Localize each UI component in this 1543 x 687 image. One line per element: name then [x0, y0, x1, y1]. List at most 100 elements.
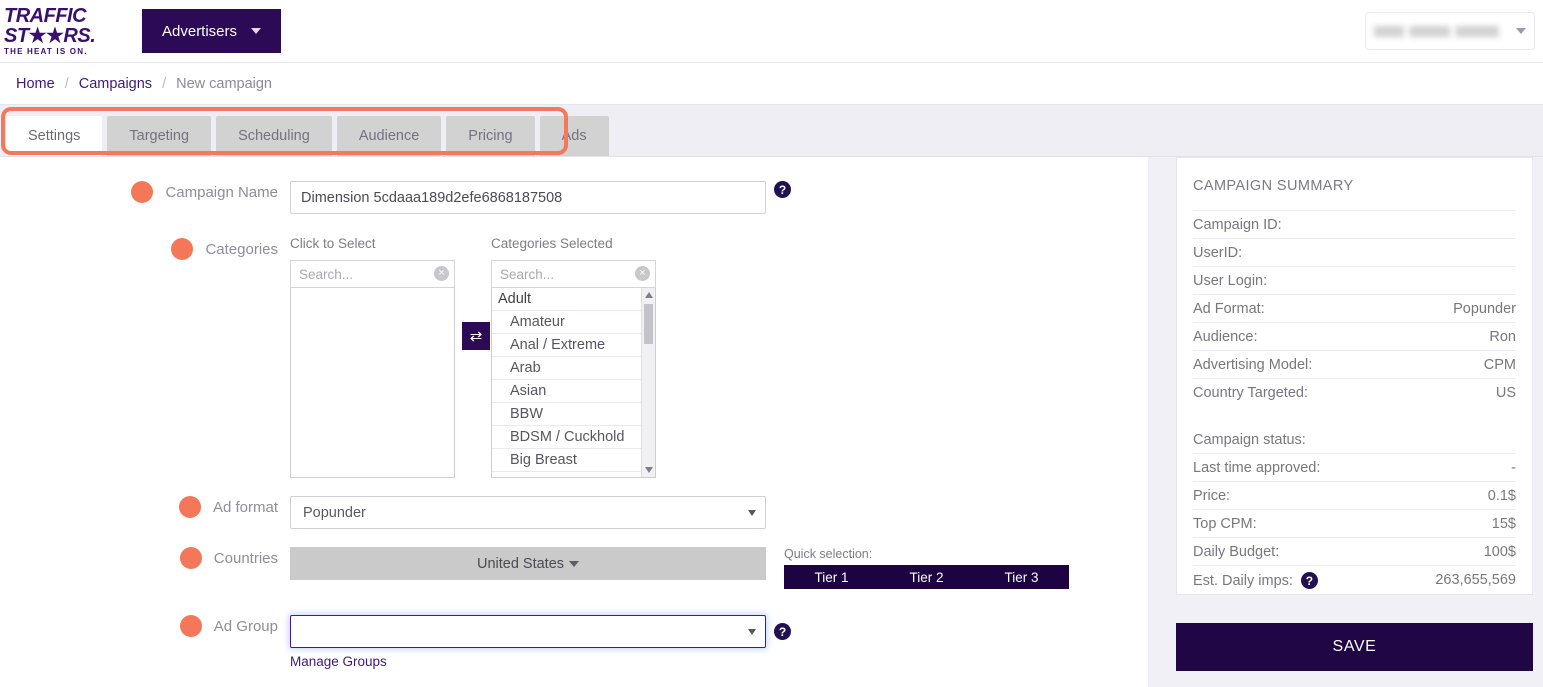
field-row-ad-group: Ad Group Manage Groups ? — [0, 615, 1148, 669]
summary-row: Campaign ID: — [1193, 211, 1516, 239]
right-rail: CAMPAIGN SUMMARY Campaign ID: UserID: User… — [1148, 157, 1543, 687]
summary-row-value: Ron — [1489, 329, 1516, 345]
categories-dual-list: Click to Select × ⇄ Categories Selected … — [290, 236, 656, 478]
category-option[interactable]: Arab — [492, 357, 655, 380]
ad-group-label: Ad Group — [213, 617, 278, 635]
countries-select-button[interactable]: United States — [290, 547, 766, 580]
summary-row-key: Last time approved: — [1193, 460, 1321, 476]
countries-label: Countries — [213, 549, 278, 567]
quick-selection-label: Quick selection: — [784, 547, 873, 561]
tab-list: Settings Targeting Scheduling Audience Prici… — [0, 105, 1543, 156]
save-button[interactable]: SAVE — [1176, 623, 1533, 671]
tab-bar: Settings Targeting Scheduling Audience Prici… — [0, 105, 1543, 157]
summary-row: Price: 0.1$ — [1193, 482, 1516, 510]
advertisers-menu-button[interactable]: Advertisers — [142, 9, 282, 53]
tab-settings[interactable]: Settings — [6, 116, 103, 156]
scroll-down-arrow-icon[interactable] — [645, 467, 653, 473]
summary-row-value: Popunder — [1453, 301, 1516, 317]
categories-label: Categories — [205, 240, 278, 258]
help-icon[interactable]: ? — [774, 181, 791, 198]
summary-row: User Login: — [1193, 267, 1516, 295]
summary-row-key: Ad Format: — [1193, 301, 1265, 317]
tab-scheduling[interactable]: Scheduling — [216, 116, 332, 156]
ad-format-select-wrap: Popunder — [290, 496, 766, 529]
categories-selected-listbox[interactable]: Adult Amateur Anal / Extreme Arab Asian BBW BD… — [491, 288, 656, 478]
category-option[interactable]: Anal / Extreme — [492, 334, 655, 357]
tab-targeting[interactable]: Targeting — [107, 116, 212, 156]
tab-pricing[interactable]: Pricing — [446, 116, 535, 156]
clear-icon[interactable]: × — [434, 266, 449, 281]
summary-row: Top CPM: 15$ — [1193, 510, 1516, 538]
summary-row-key: User Login: — [1193, 273, 1268, 289]
category-option[interactable]: BDSM / Cuckhold — [492, 426, 655, 449]
summary-row-key: Daily Budget: — [1193, 544, 1280, 560]
summary-row-value: 100$ — [1483, 544, 1516, 560]
chevron-down-icon — [251, 28, 262, 34]
listbox-scrollbar[interactable] — [641, 288, 655, 477]
clear-icon[interactable]: × — [635, 266, 650, 281]
summary-row-key: UserID: — [1193, 245, 1243, 261]
summary-spacer — [1193, 406, 1516, 426]
categories-available-title: Click to Select — [290, 236, 376, 251]
field-row-categories: Categories Click to Select × ⇄ Categorie… — [0, 236, 1148, 478]
tab-ads[interactable]: Ads — [539, 116, 609, 156]
swap-categories-button[interactable]: ⇄ — [462, 322, 490, 350]
categories-selected-options: Adult Amateur Anal / Extreme Arab Asian BBW BD… — [492, 288, 655, 472]
help-icon[interactable]: ? — [1300, 572, 1318, 589]
scrollbar-thumb[interactable] — [644, 304, 653, 344]
logo-tagline: THE HEAT IS ON. — [4, 47, 88, 56]
breadcrumb-campaigns[interactable]: Campaigns — [79, 76, 152, 92]
required-dot-icon — [179, 615, 202, 637]
top-bar: TRAFFIC ST★★RS. THE HEAT IS ON. Advertis… — [0, 0, 1543, 63]
campaign-summary-rows-bottom: Campaign status: Last time approved: - Pric… — [1193, 426, 1516, 594]
chevron-down-icon — [748, 510, 756, 516]
manage-groups-link[interactable]: Manage Groups — [290, 654, 766, 669]
chevron-down-icon — [569, 560, 580, 567]
ad-format-label-cell: Ad format — [0, 496, 290, 518]
field-row-countries: Countries United States Quick selection:… — [0, 547, 1148, 589]
summary-row: Ad Format: Popunder — [1193, 295, 1516, 323]
quick-selection-group: Quick selection: Tier 1 Tier 2 Tier 3 — [784, 547, 1069, 589]
ad-format-select[interactable]: Popunder — [290, 496, 766, 529]
countries-label-cell: Countries — [0, 547, 290, 569]
breadcrumb-home[interactable]: Home — [16, 76, 55, 92]
breadcrumb-current: New campaign — [176, 75, 273, 92]
ad-group-select-wrap — [290, 615, 766, 648]
summary-row-value: - — [1511, 460, 1516, 476]
categories-selected-search-input[interactable] — [491, 260, 656, 288]
campaign-summary-panel: CAMPAIGN SUMMARY Campaign ID: UserID: User… — [1176, 157, 1533, 595]
summary-row-key: Campaign status: — [1193, 432, 1306, 448]
logo-line-1: TRAFFIC — [4, 5, 87, 27]
traffic-stars-logo[interactable]: TRAFFIC ST★★RS. THE HEAT IS ON. — [4, 6, 124, 56]
category-option[interactable]: Adult — [492, 288, 655, 311]
user-account-menu[interactable] — [1365, 12, 1535, 50]
summary-row: Campaign status: — [1193, 426, 1516, 454]
category-option[interactable]: Amateur — [492, 311, 655, 334]
campaign-name-label: Campaign Name — [165, 183, 278, 201]
campaign-settings-form: Campaign Name ? Categories Click to Sele… — [0, 157, 1148, 687]
categories-available-search-input[interactable] — [290, 260, 455, 288]
categories-available-search-wrap: × — [290, 260, 455, 288]
summary-row: UserID: — [1193, 239, 1516, 267]
scroll-up-arrow-icon[interactable] — [645, 292, 653, 298]
tier-button-1[interactable]: Tier 1 — [784, 565, 879, 589]
summary-row: Last time approved: - — [1193, 454, 1516, 482]
advertisers-label: Advertisers — [162, 22, 238, 40]
summary-row: Est. Daily imps:? 263,655,569 — [1193, 566, 1516, 594]
help-icon[interactable]: ? — [774, 623, 791, 640]
user-name-redacted — [1374, 25, 1510, 37]
summary-row-key: Advertising Model: — [1193, 357, 1313, 373]
tab-audience[interactable]: Audience — [336, 116, 442, 156]
campaign-name-label-cell: Campaign Name — [0, 181, 290, 203]
tier-button-3[interactable]: Tier 3 — [974, 565, 1069, 589]
summary-row: Country Targeted: US — [1193, 379, 1516, 406]
category-option[interactable]: Big Breast — [492, 449, 655, 472]
ad-group-select[interactable] — [290, 615, 766, 648]
summary-row-value: 263,655,569 — [1435, 572, 1516, 588]
campaign-name-input[interactable] — [290, 181, 766, 214]
field-row-campaign-name: Campaign Name ? — [0, 181, 1148, 214]
tier-button-2[interactable]: Tier 2 — [879, 565, 974, 589]
category-option[interactable]: BBW — [492, 403, 655, 426]
category-option[interactable]: Asian — [492, 380, 655, 403]
categories-available-listbox[interactable] — [290, 288, 455, 478]
